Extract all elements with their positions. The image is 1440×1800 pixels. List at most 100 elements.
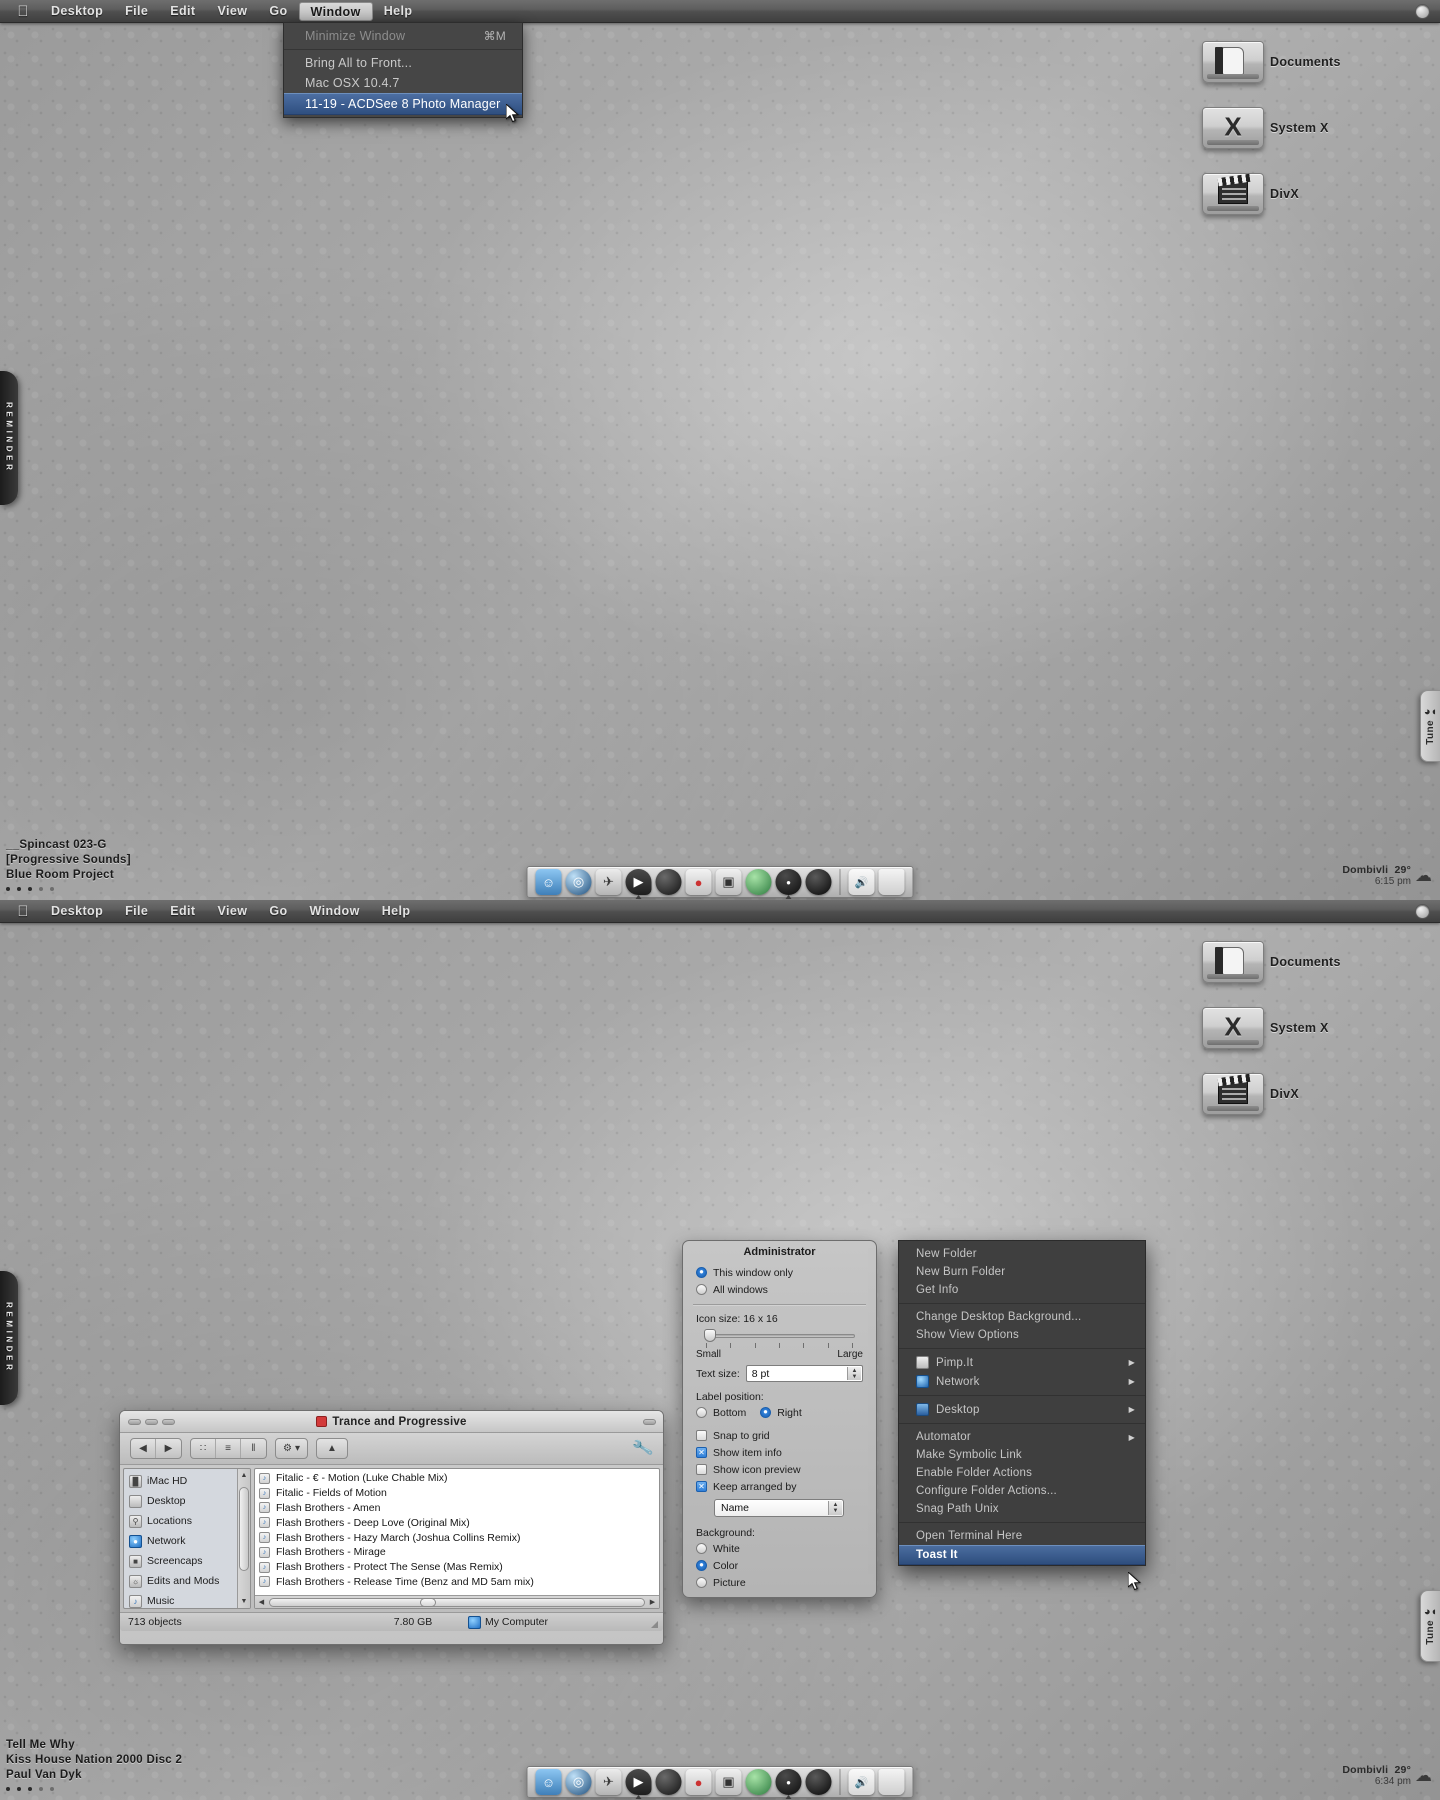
menu-edit[interactable]: Edit — [159, 902, 206, 921]
dock-top[interactable]: ☺ ◎ ✈ ▶ ● ▣ ● 🔊 — [526, 866, 914, 899]
list-item[interactable]: ♪ Fitalic - € - Motion (Luke Chable Mix) — [255, 1471, 659, 1486]
nav-buttons[interactable]: ◀ ▶ — [130, 1438, 182, 1459]
menu-help[interactable]: Help — [373, 2, 424, 21]
window-menu-dropdown[interactable]: Minimize Window ⌘M Bring All to Front...… — [283, 22, 523, 118]
dock-globe-icon[interactable] — [745, 869, 772, 895]
dock-camera-lens-icon[interactable] — [805, 869, 832, 895]
menu-help[interactable]: Help — [371, 902, 422, 921]
dock-iphoto-icon[interactable]: ▣ — [715, 869, 742, 895]
tune-tab-bottom[interactable]: ◕◖ Tune — [1420, 1590, 1440, 1662]
dock-rocket-icon[interactable]: ✈ — [595, 869, 622, 895]
dock-speaker-icon[interactable]: 🔊 — [848, 1769, 875, 1795]
spotlight-icon[interactable] — [1415, 3, 1430, 19]
menu-item-bring-all-to-front[interactable]: Bring All to Front... — [284, 53, 522, 73]
text-size-stepper[interactable]: 8 pt ▲ ▼ — [745, 1365, 863, 1382]
menu-item-acdsee[interactable]: 11-19 - ACDSee 8 Photo Manager — [284, 93, 522, 115]
tune-tab-top[interactable]: ◕◖ Tune — [1420, 690, 1440, 762]
tools-icon[interactable]: 🔧 — [631, 1436, 655, 1460]
context-item-new-folder[interactable]: New Folder — [899, 1245, 1145, 1263]
radio-icon[interactable] — [760, 1407, 772, 1418]
back-button[interactable]: ◀ — [131, 1439, 156, 1458]
dock-robot-icon[interactable]: ● — [685, 1769, 712, 1795]
context-item-new-burn-folder[interactable]: New Burn Folder — [899, 1263, 1145, 1281]
context-item-configure-folder-actions[interactable]: Configure Folder Actions... — [899, 1482, 1145, 1500]
scroll-left-icon[interactable]: ◀ — [255, 1598, 268, 1606]
forward-button[interactable]: ▶ — [156, 1439, 181, 1458]
radio-icon[interactable] — [696, 1407, 707, 1418]
stepper-arrows-icon[interactable]: ▲ ▼ — [847, 1367, 861, 1380]
menu-item-mac-osx[interactable]: Mac OSX 10.4.7 — [284, 73, 522, 93]
context-item-get-info[interactable]: Get Info — [899, 1281, 1145, 1299]
scrollbar-thumb[interactable] — [239, 1487, 249, 1571]
checkbox-show-icon-preview[interactable]: Show icon preview — [696, 1461, 863, 1478]
list-item[interactable]: ♪ Flash Brothers - Release Time (Benz and… — [255, 1575, 659, 1590]
window-controls[interactable] — [128, 1419, 175, 1425]
sidebar-item-locations[interactable]: ⚲ Locations — [124, 1511, 250, 1531]
sidebar-item-desktop[interactable]: Desktop — [124, 1491, 250, 1511]
minimize-button[interactable] — [145, 1419, 158, 1425]
sidebar-item-network[interactable]: ● Network — [124, 1531, 250, 1551]
dock-iphoto-icon[interactable]: ▣ — [715, 1769, 742, 1795]
context-item-enable-folder-actions[interactable]: Enable Folder Actions — [899, 1464, 1145, 1482]
finder-window[interactable]: Trance and Progressive ◀ ▶ ∷ ≡ ‖ ⚙ ▾ ▲ 🔧… — [119, 1410, 664, 1645]
menu-window[interactable]: Window — [299, 902, 371, 921]
zoom-button[interactable] — [162, 1419, 175, 1425]
list-item[interactable]: ♪ Flash Brothers - Deep Love (Original Mi… — [255, 1515, 659, 1530]
desktop-icon-documents[interactable]: Documents — [1202, 36, 1422, 88]
dock-ichat-icon[interactable]: ▶ — [625, 1769, 652, 1799]
context-item-snag-path-unix[interactable]: Snag Path Unix — [899, 1500, 1145, 1518]
sidebar-scrollbar[interactable]: ▲ ▼ — [237, 1469, 250, 1608]
desktop-icon-system-x[interactable]: X System X — [1202, 102, 1422, 154]
dock-trash-icon[interactable] — [878, 869, 905, 895]
apple-menu-icon[interactable]:  — [6, 4, 40, 19]
scroll-down-icon[interactable]: ▼ — [238, 1595, 250, 1608]
desktop-icon-divx[interactable]: DivX — [1202, 168, 1422, 220]
dock-bottom[interactable]: ☺ ◎ ✈ ▶ ● ▣ ● 🔊 — [526, 1766, 914, 1799]
desktop-context-menu[interactable]: New Folder New Burn Folder Get Info Chan… — [898, 1240, 1146, 1566]
finder-toolbar[interactable]: ◀ ▶ ∷ ≡ ‖ ⚙ ▾ ▲ 🔧 — [120, 1433, 663, 1465]
radio-all-windows[interactable]: All windows — [696, 1281, 863, 1298]
file-list-hscrollbar[interactable]: ◀ ▶ — [255, 1595, 659, 1608]
view-mode-buttons[interactable]: ∷ ≡ ‖ — [190, 1438, 267, 1459]
slider-knob[interactable] — [704, 1329, 716, 1342]
apple-menu-icon[interactable]:  — [6, 904, 40, 919]
context-item-make-symbolic-link[interactable]: Make Symbolic Link — [899, 1446, 1145, 1464]
scroll-up-icon[interactable]: ▲ — [238, 1469, 250, 1482]
reminder-tab-top[interactable]: REMINDER — [0, 371, 18, 505]
dock-robot-icon[interactable]: ● — [685, 869, 712, 895]
finder-file-list[interactable]: ♪ Fitalic - € - Motion (Luke Chable Mix) … — [254, 1468, 660, 1609]
menu-desktop[interactable]: Desktop — [40, 902, 114, 921]
view-column-button[interactable]: ‖ — [241, 1439, 266, 1458]
menu-edit[interactable]: Edit — [159, 2, 206, 21]
dock-finder-icon[interactable]: ☺ — [535, 1769, 562, 1795]
radio-this-window-only[interactable]: This window only — [696, 1264, 863, 1281]
context-item-automator[interactable]: Automator ▶ — [899, 1428, 1145, 1446]
list-item[interactable]: ♪ Fitalic - Fields of Motion — [255, 1486, 659, 1501]
finder-titlebar[interactable]: Trance and Progressive — [120, 1411, 663, 1433]
arrange-by-dropdown[interactable]: Name ▲ ▼ — [714, 1499, 844, 1517]
checkbox-snap-to-grid[interactable]: Snap to grid — [696, 1427, 863, 1444]
context-item-open-terminal-here[interactable]: Open Terminal Here — [899, 1527, 1145, 1545]
context-item-network[interactable]: Network ▶ — [899, 1372, 1145, 1391]
menu-file[interactable]: File — [114, 2, 159, 21]
desktop-icon-system-x[interactable]: X System X — [1202, 1002, 1422, 1054]
context-item-desktop[interactable]: Desktop ▶ — [899, 1400, 1145, 1419]
list-item[interactable]: ♪ Flash Brothers - Hazy March (Joshua Col… — [255, 1530, 659, 1545]
sidebar-item-screencaps[interactable]: ■ Screencaps — [124, 1551, 250, 1571]
sidebar-item-imac-hd[interactable]: █ iMac HD — [124, 1471, 250, 1491]
menu-file[interactable]: File — [114, 902, 159, 921]
action-menu-button[interactable]: ⚙ ▾ — [275, 1438, 308, 1459]
dock-safari-icon[interactable]: ◎ — [565, 1769, 592, 1795]
list-item[interactable]: ♪ Flash Brothers - Mirage — [255, 1545, 659, 1560]
resize-grip[interactable] — [651, 1621, 658, 1628]
radio-background-picture[interactable]: Picture — [696, 1574, 863, 1591]
scroll-right-icon[interactable]: ▶ — [646, 1598, 659, 1606]
list-item[interactable]: ♪ Flash Brothers - Amen — [255, 1501, 659, 1516]
dock-disc-icon[interactable]: ● — [775, 869, 802, 899]
dock-disc-icon[interactable]: ● — [775, 1769, 802, 1799]
dock-rocket-icon[interactable]: ✈ — [595, 1769, 622, 1795]
icon-size-slider[interactable] — [704, 1329, 861, 1342]
reminder-tab-bottom[interactable]: REMINDER — [0, 1271, 18, 1405]
hscroll-thumb[interactable] — [419, 1597, 436, 1607]
context-item-change-desktop-background[interactable]: Change Desktop Background... — [899, 1308, 1145, 1326]
